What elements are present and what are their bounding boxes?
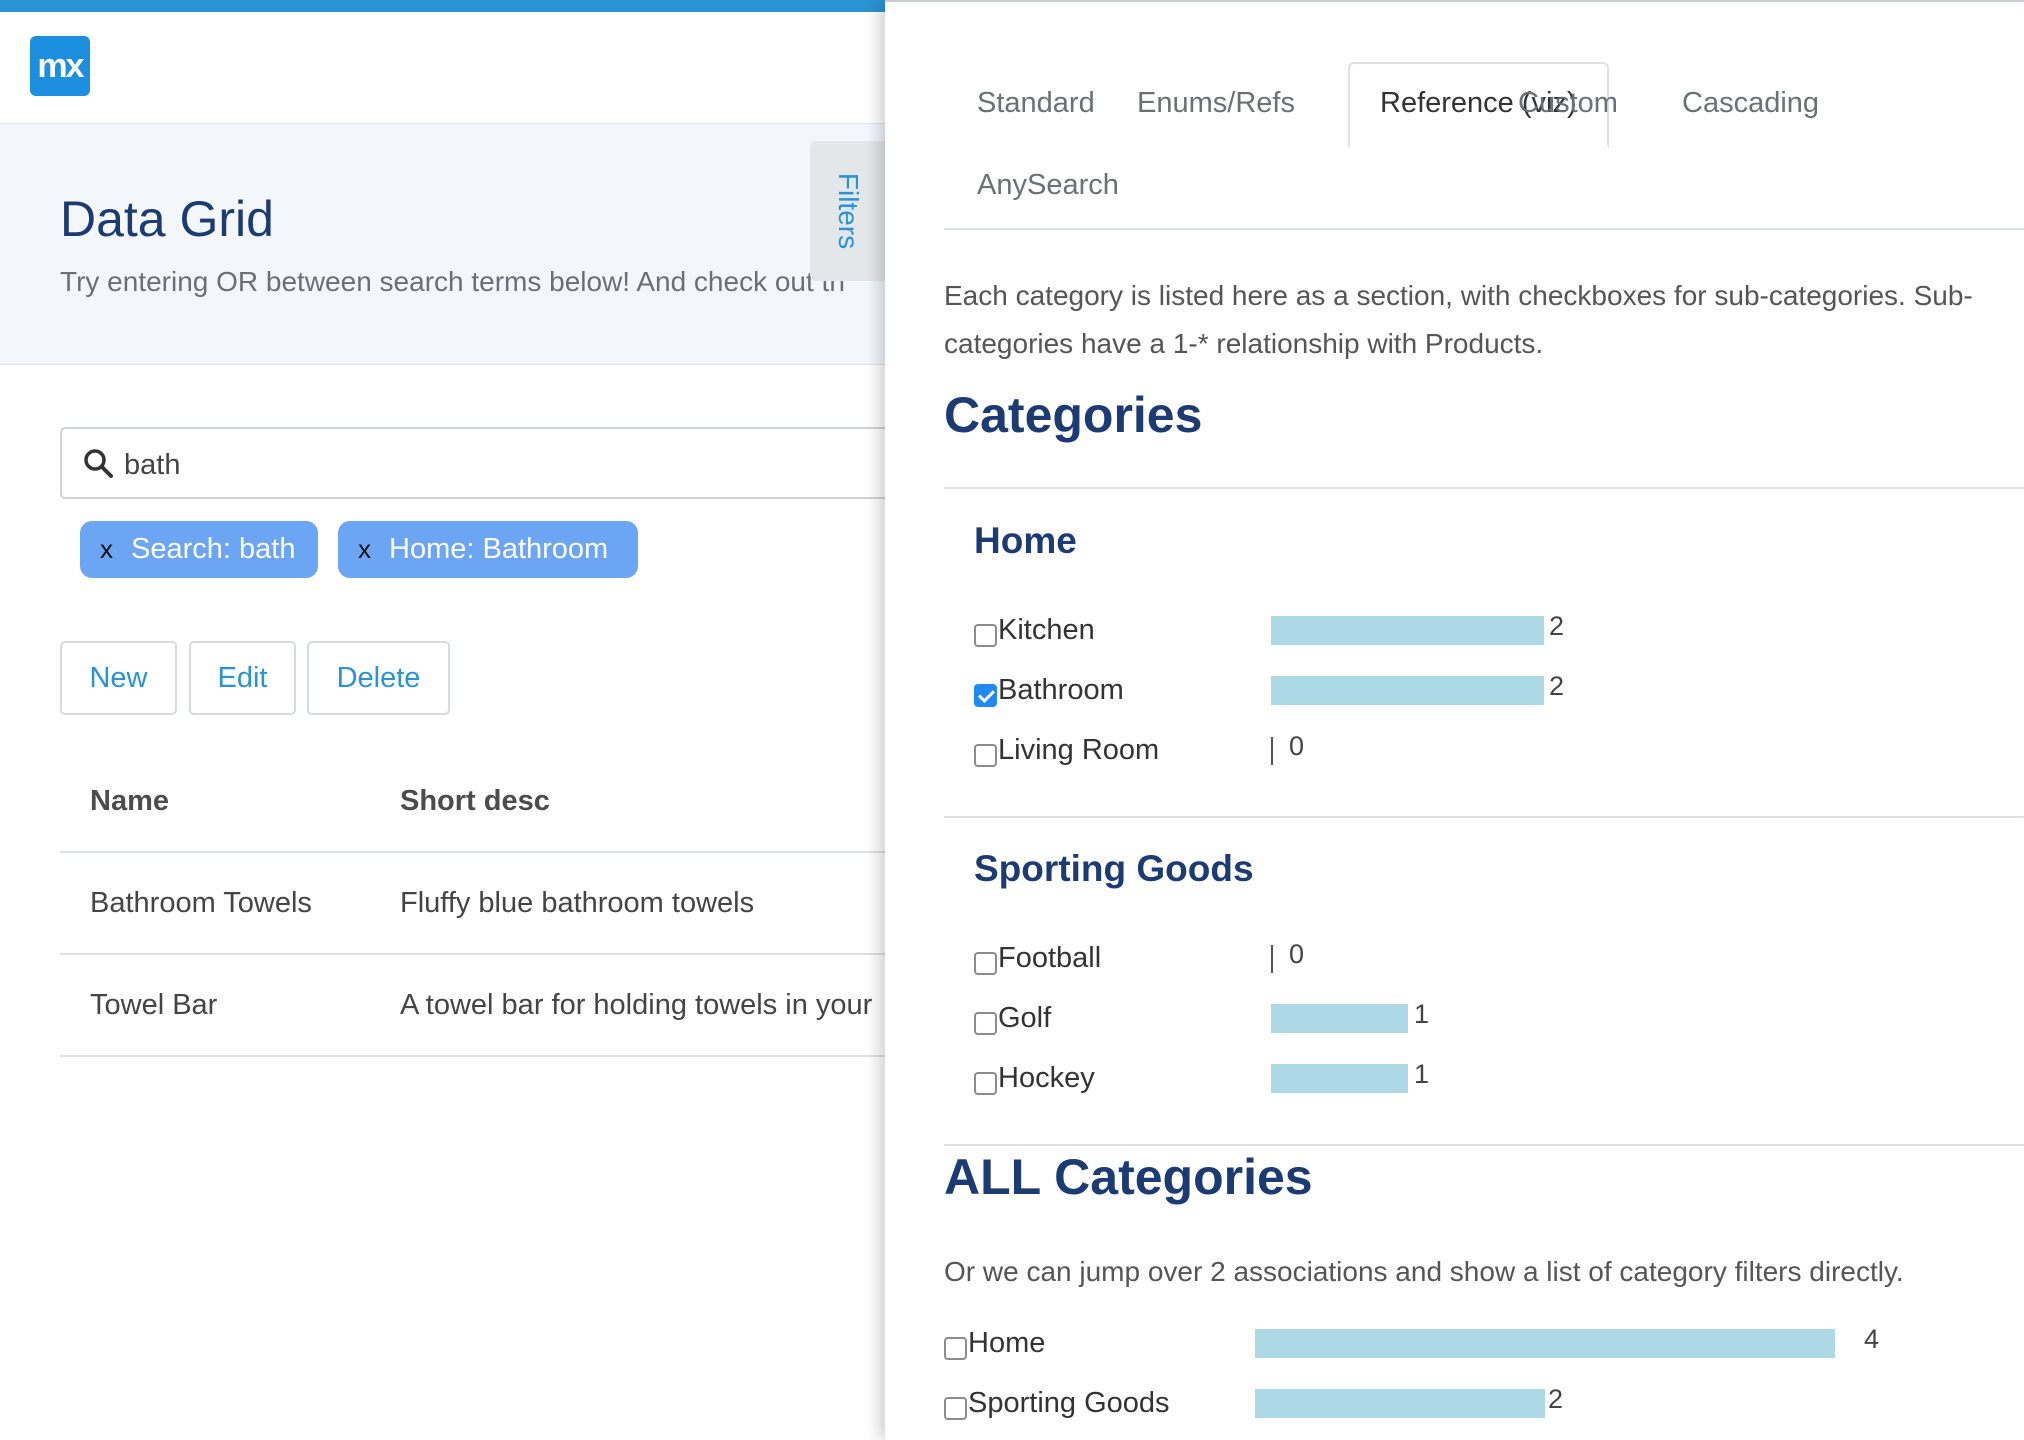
checkbox-bathroom[interactable] bbox=[974, 684, 997, 707]
filter-label[interactable]: Football bbox=[998, 942, 1101, 975]
filter-panel: Standard Enums/Refs Reference (viz) Cust… bbox=[885, 0, 2024, 1440]
app-area: mx Data Grid Try entering OR between sea… bbox=[0, 0, 885, 1440]
panel-description: Each category is listed here as a sectio… bbox=[944, 280, 1973, 359]
filter-chip-label: Home: Bathroom bbox=[389, 533, 609, 565]
search-icon bbox=[84, 449, 113, 478]
filter-chip-label: Search: bath bbox=[131, 533, 296, 565]
filter-label[interactable]: Sporting Goods bbox=[968, 1387, 1170, 1420]
cell-name: Towel Bar bbox=[90, 989, 218, 1021]
filter-chip-search: x Search: bath bbox=[80, 521, 318, 578]
checkbox-all-home[interactable] bbox=[944, 1337, 967, 1360]
checkbox-hockey[interactable] bbox=[974, 1072, 997, 1095]
count-value: 1 bbox=[1414, 999, 1430, 1029]
remove-filter-icon[interactable]: x bbox=[100, 521, 113, 578]
count-value: 2 bbox=[1549, 671, 1565, 701]
column-header-short-desc[interactable]: Short desc bbox=[400, 785, 550, 818]
filters-toggle-tab[interactable]: Filters bbox=[810, 141, 885, 281]
divider bbox=[944, 1144, 2024, 1146]
filter-chip-home-bathroom: x Home: Bathroom bbox=[338, 521, 638, 578]
count-value: 0 bbox=[1289, 731, 1305, 761]
filter-label[interactable]: Living Room bbox=[998, 734, 1159, 767]
count-value: 2 bbox=[1549, 611, 1565, 641]
count-value: 2 bbox=[1548, 1384, 1564, 1414]
count-bar bbox=[1271, 676, 1544, 705]
checkbox-golf[interactable] bbox=[974, 1012, 997, 1035]
count-bar bbox=[1271, 737, 1273, 765]
categories-heading: Categories bbox=[944, 387, 1203, 443]
count-value: 4 bbox=[1864, 1324, 1880, 1354]
search-value: bath bbox=[124, 449, 181, 481]
section-title-sporting-goods: Sporting Goods bbox=[974, 848, 1254, 889]
cell-name: Bathroom Towels bbox=[90, 887, 312, 919]
cell-short-desc: Fluffy blue bathroom towels bbox=[400, 887, 755, 919]
column-header-name[interactable]: Name bbox=[90, 785, 169, 818]
filter-label[interactable]: Kitchen bbox=[998, 614, 1095, 647]
tab-custom[interactable]: Custom bbox=[1518, 87, 1618, 120]
filter-label[interactable]: Hockey bbox=[998, 1062, 1095, 1095]
tab-anysearch[interactable]: AnySearch bbox=[977, 169, 1119, 202]
count-bar bbox=[1255, 1389, 1545, 1418]
filter-label[interactable]: Home bbox=[968, 1327, 1045, 1360]
table-row[interactable]: Bathroom Towels Fluffy blue bathroom tow… bbox=[60, 853, 885, 955]
new-button[interactable]: New bbox=[60, 641, 177, 715]
edit-button[interactable]: Edit bbox=[189, 641, 296, 715]
page-title: Data Grid bbox=[60, 191, 274, 247]
divider bbox=[944, 816, 2024, 818]
count-value: 0 bbox=[1289, 939, 1305, 969]
count-bar bbox=[1271, 1064, 1408, 1093]
data-grid: Name Short desc Bathroom Towels Fluffy b… bbox=[60, 760, 885, 1057]
table-row[interactable]: Towel Bar A towel bar for holding towels… bbox=[60, 955, 885, 1057]
filter-tabs: Standard Enums/Refs Reference (viz) Cust… bbox=[944, 62, 2024, 230]
cell-short-desc: A towel bar for holding towels in your bbox=[400, 989, 873, 1021]
all-categories-description: Or we can jump over 2 associations and s… bbox=[944, 1256, 1904, 1287]
tab-cascading[interactable]: Cascading bbox=[1682, 87, 1819, 120]
count-value: 1 bbox=[1414, 1059, 1430, 1089]
checkbox-all-sporting-goods[interactable] bbox=[944, 1397, 967, 1420]
section-title-home: Home bbox=[974, 520, 1077, 561]
mendix-logo[interactable]: mx bbox=[30, 36, 90, 96]
all-categories-heading: ALL Categories bbox=[944, 1149, 1313, 1205]
divider bbox=[944, 487, 2024, 489]
tab-standard[interactable]: Standard bbox=[977, 87, 1095, 120]
top-accent-bar bbox=[0, 0, 885, 12]
delete-button[interactable]: Delete bbox=[307, 641, 450, 715]
tab-enums-refs[interactable]: Enums/Refs bbox=[1137, 87, 1295, 120]
count-bar bbox=[1255, 1329, 1835, 1358]
app-header: mx bbox=[0, 12, 885, 124]
filter-label[interactable]: Bathroom bbox=[998, 674, 1124, 707]
count-bar bbox=[1271, 945, 1273, 973]
filters-tab-label: Filters bbox=[832, 172, 864, 250]
search-input[interactable]: bath bbox=[60, 427, 885, 499]
grid-header: Name Short desc bbox=[60, 760, 885, 853]
checkbox-living-room[interactable] bbox=[974, 744, 997, 767]
checkbox-kitchen[interactable] bbox=[974, 624, 997, 647]
remove-filter-icon[interactable]: x bbox=[358, 521, 371, 578]
page-subtitle: Try entering OR between search terms bel… bbox=[60, 266, 845, 297]
checkbox-football[interactable] bbox=[974, 952, 997, 975]
count-bar bbox=[1271, 1004, 1408, 1033]
count-bar bbox=[1271, 616, 1544, 645]
filter-label[interactable]: Golf bbox=[998, 1002, 1051, 1035]
